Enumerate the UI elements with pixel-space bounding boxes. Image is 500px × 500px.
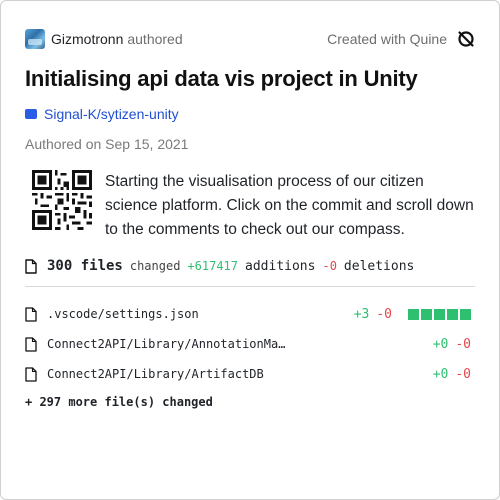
diff-block-addition [421,308,432,320]
file-stats: +0 -0 [433,337,471,352]
created-with[interactable]: Created with Quine [327,30,475,48]
diff-block-addition [460,308,471,320]
file-name[interactable]: Connect2API/Library/AnnotationMa… [47,337,433,351]
commit-card: Gizmotronn authored Created with Quine I… [0,0,500,500]
file-row[interactable]: Connect2API/Library/AnnotationMa… +0 -0 [25,329,475,359]
file-deletions: -0 [376,306,392,322]
additions-label: additions [245,258,316,274]
diff-block-addition [408,308,419,320]
deletions-count: -0 [322,259,337,273]
file-deletions: -0 [455,366,471,382]
commit-title[interactable]: Initialising api data vis project in Uni… [25,65,475,93]
qr-code-icon[interactable] [32,170,92,230]
file-icon [25,258,37,274]
more-files-link[interactable]: + 297 more file(s) changed [25,395,475,409]
repo-link[interactable]: Signal-K/sytizen-unity [25,106,475,122]
file-stats: +0 -0 [433,367,471,382]
file-additions: +0 [432,366,449,382]
commit-description: Starting the visualisation process of ou… [105,173,474,238]
repo-name[interactable]: Signal-K/sytizen-unity [44,106,179,122]
authored-date: Authored on Sep 15, 2021 [25,136,189,152]
deletions-label: deletions [343,258,415,274]
created-with-label: Created with Quine [327,31,447,47]
repository-icon [25,109,37,119]
description-row: Starting the visualisation process of ou… [25,170,475,242]
author[interactable]: Gizmotronn authored [25,29,183,49]
file-row[interactable]: Connect2API/Library/ArtifactDB +0 -0 [25,359,475,389]
file-additions: +3 [353,306,370,322]
file-icon [25,336,37,352]
author-name[interactable]: Gizmotronn [51,31,123,47]
file-row[interactable]: .vscode/settings.json +3 -0 [25,299,475,329]
quine-logo-icon [458,31,474,47]
file-icon [25,306,37,322]
card-header: Gizmotronn authored Created with Quine [25,27,475,51]
changed-label: changed [129,259,181,273]
file-additions: +0 [432,336,449,352]
files-count: 300 files [47,258,123,274]
changes-summary: 300 files changed +617417 additions -0 d… [25,258,475,287]
diff-blocks [406,308,471,320]
avatar[interactable] [25,29,45,49]
additions-count: +617417 [187,259,239,273]
file-list: .vscode/settings.json +3 -0 Connect2API/… [25,299,475,389]
file-name[interactable]: .vscode/settings.json [47,307,354,321]
authored-label: authored [127,31,183,47]
file-name[interactable]: Connect2API/Library/ArtifactDB [47,367,433,381]
file-deletions: -0 [455,336,471,352]
diff-block-addition [434,308,445,320]
file-stats: +3 -0 [354,307,471,322]
file-icon [25,366,37,382]
diff-block-addition [447,308,458,320]
